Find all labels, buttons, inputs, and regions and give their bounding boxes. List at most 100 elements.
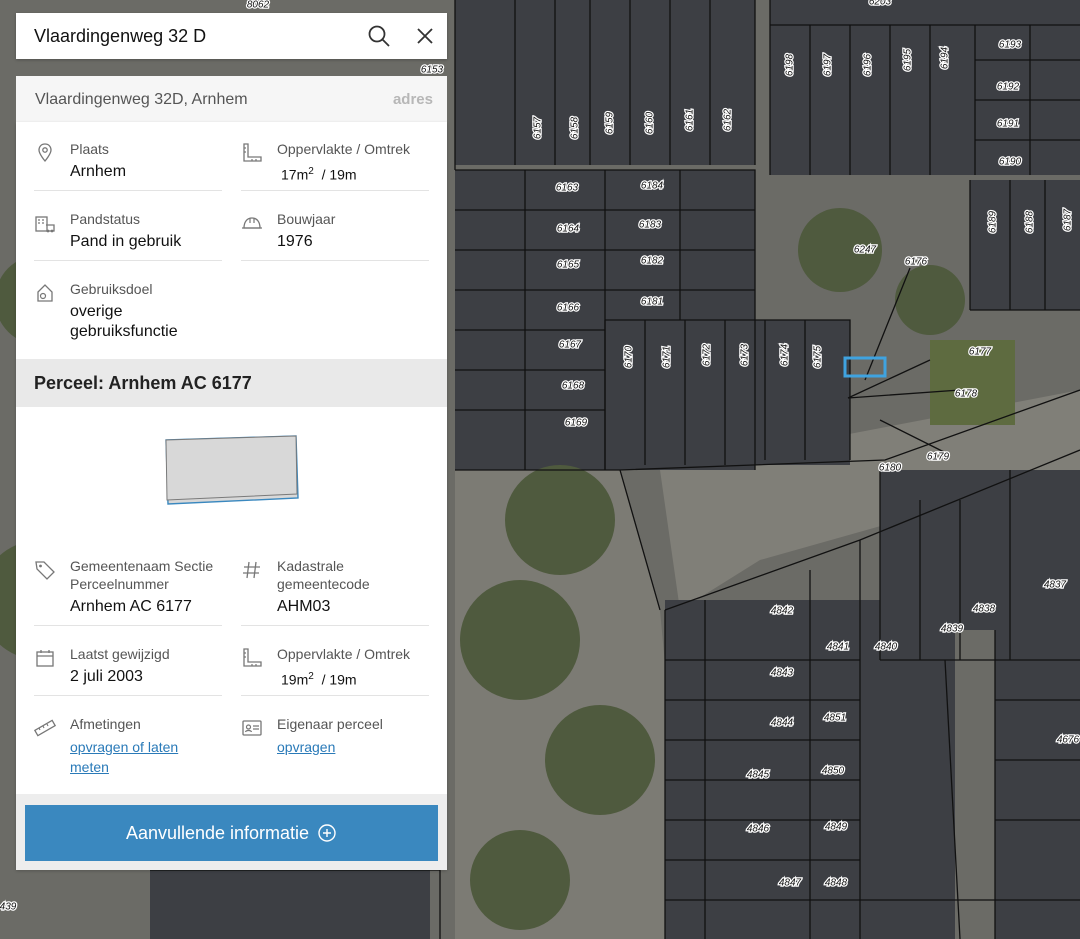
divider <box>241 695 429 696</box>
parcel-number-label: 4851 <box>824 713 846 724</box>
parcel-number-label: 4842 <box>771 606 794 617</box>
field-label: Bouwjaar <box>277 211 336 227</box>
search-icon[interactable] <box>367 24 391 48</box>
parcel-number-label: 6157 <box>533 116 544 139</box>
parcel-number-label: 6182 <box>641 256 664 267</box>
suggestion-type-tag: adres <box>392 91 433 108</box>
parcel-number-label: 4847 <box>779 878 802 889</box>
parcel-shape-thumbnail <box>165 435 299 505</box>
parcel-number-label: 6166 <box>557 303 580 314</box>
parcel-number-label: 6171 <box>662 346 673 368</box>
field-value: overige gebruiksfunctie <box>70 303 178 340</box>
parcel-number-label: 6167 <box>559 340 582 351</box>
divider <box>241 190 429 191</box>
field-value: 1976 <box>277 233 313 250</box>
parcel-number-label: 6247 <box>854 245 877 256</box>
parcel-number-label: 6161 <box>685 109 696 131</box>
area-value: 17m <box>281 166 309 183</box>
area-unit-exponent: 2 <box>308 671 314 682</box>
id-card-icon <box>241 717 263 739</box>
parcel-number-label: 6180 <box>879 463 902 474</box>
field-label: Gebruiksdoel <box>70 281 153 297</box>
parcel-number-label: 6168 <box>562 381 585 392</box>
divider <box>34 260 222 261</box>
afmetingen-link[interactable]: opvragen of laten meten <box>70 737 220 777</box>
field-value: Arnhem AC 6177 <box>70 598 192 615</box>
parcel-number-label: 6189 <box>988 210 999 233</box>
parcel-number-label: 6198 <box>785 53 796 76</box>
eigenaar-link[interactable]: opvragen <box>277 737 427 757</box>
parcel-number-label: 6170 <box>624 345 635 368</box>
parcel-number-label: 6178 <box>955 389 978 400</box>
parcel-number-label: 6176 <box>905 257 928 268</box>
divider <box>241 625 429 626</box>
info-panel: Vlaardingenweg 32 D Vlaardingenweg 32D, … <box>16 13 447 870</box>
parcel-number-label: 6173 <box>740 343 751 366</box>
area-value: 19m <box>281 671 309 688</box>
field-pandstatus: Pandstatus Pand in gebruik <box>34 210 222 260</box>
usage-purpose-icon <box>34 282 56 304</box>
parcel-number-label: 6163 <box>556 183 579 194</box>
parcel-number-label: 6188 <box>1025 210 1036 233</box>
search-bar: Vlaardingenweg 32 D <box>16 13 447 59</box>
parcel-number-label: 6174 <box>780 343 791 366</box>
parcel-number-label: 6196 <box>863 53 874 76</box>
details-content: Plaats Arnhem Oppervlakte / Omtrek 17m2 … <box>16 122 447 870</box>
parcel-number-label: 4849 <box>825 822 848 833</box>
close-icon[interactable] <box>413 24 437 48</box>
parcel-number-label: 6159 <box>605 111 616 134</box>
parcel-number-label: 6179 <box>927 452 950 463</box>
suggestion-address: Vlaardingenweg 32D, Arnhem <box>35 91 248 108</box>
perceel-title: Perceel: Arnhem AC 6177 <box>34 373 252 393</box>
parcel-number-label: 6175 <box>813 345 824 368</box>
divider <box>34 625 222 626</box>
field-value: AHM03 <box>277 598 331 615</box>
parcel-number-label: 6193 <box>999 40 1022 51</box>
divider <box>34 190 222 191</box>
parcel-number-label: 6172 <box>702 343 713 366</box>
parcel-number-label: 8062 <box>247 0 270 11</box>
perimeter-value: / 19m <box>321 671 357 688</box>
location-pin-icon <box>34 142 56 164</box>
field-oppervlakte-perceel: Oppervlakte / Omtrek 19m2 / 19m <box>241 645 429 695</box>
parcel-number-label: 6184 <box>641 181 664 192</box>
parcel-number-label: 4848 <box>825 878 848 889</box>
parcel-number-label: 6165 <box>557 260 580 271</box>
search-input[interactable]: Vlaardingenweg 32 D <box>34 26 206 47</box>
parcel-number-label: 6190 <box>999 157 1022 168</box>
parcel-number-label: 4838 <box>973 604 996 615</box>
field-label: Gemeentenaam Sectie Perceelnummer <box>70 558 214 592</box>
parcel-number-label: 4837 <box>1044 580 1067 591</box>
field-gemeentenaam: Gemeentenaam Sectie Perceelnummer Arnhem… <box>34 557 222 625</box>
parcel-number-label: 4850 <box>822 766 845 777</box>
ruler-area-icon <box>241 647 263 669</box>
parcel-number-label: 4844 <box>771 718 794 729</box>
parcel-number-label: 439 <box>0 902 17 913</box>
parcel-number-label: 6203 <box>869 0 892 8</box>
tag-icon <box>34 559 56 581</box>
button-label: Aanvullende informatie <box>125 822 310 843</box>
parcel-number-label: 6195 <box>903 48 914 71</box>
parcel-number-label: 6197 <box>823 53 834 76</box>
parcel-number-label: 6192 <box>997 82 1020 93</box>
area-unit-exponent: 2 <box>308 166 314 177</box>
field-label: Oppervlakte / Omtrek <box>277 646 411 662</box>
field-value: 19m2 / 19m <box>281 667 441 690</box>
field-label: Eigenaar perceel <box>277 716 383 732</box>
plus-circle-icon <box>318 824 336 842</box>
search-suggestion[interactable]: Vlaardingenweg 32D, Arnhem adres <box>16 76 447 123</box>
field-oppervlakte-pand: Oppervlakte / Omtrek 17m2 / 19m <box>241 140 429 190</box>
perimeter-value: / 19m <box>321 166 357 183</box>
parcel-number-label: 6169 <box>565 418 588 429</box>
field-label: Afmetingen <box>70 716 141 732</box>
aanvullende-informatie-button[interactable]: Aanvullende informatie <box>25 805 438 861</box>
parcel-number-label: 4846 <box>747 824 770 835</box>
parcel-number-label: 6162 <box>723 108 734 131</box>
parcel-number-label: 6194 <box>940 46 951 69</box>
ruler-area-icon <box>241 142 263 164</box>
field-label: Kadastrale gemeentecode <box>277 558 370 592</box>
divider <box>34 695 222 696</box>
parcel-number-label: 6177 <box>969 347 992 358</box>
parcel-number-label: 6158 <box>570 116 581 139</box>
parcel-number-label: 4676 <box>1057 735 1080 746</box>
